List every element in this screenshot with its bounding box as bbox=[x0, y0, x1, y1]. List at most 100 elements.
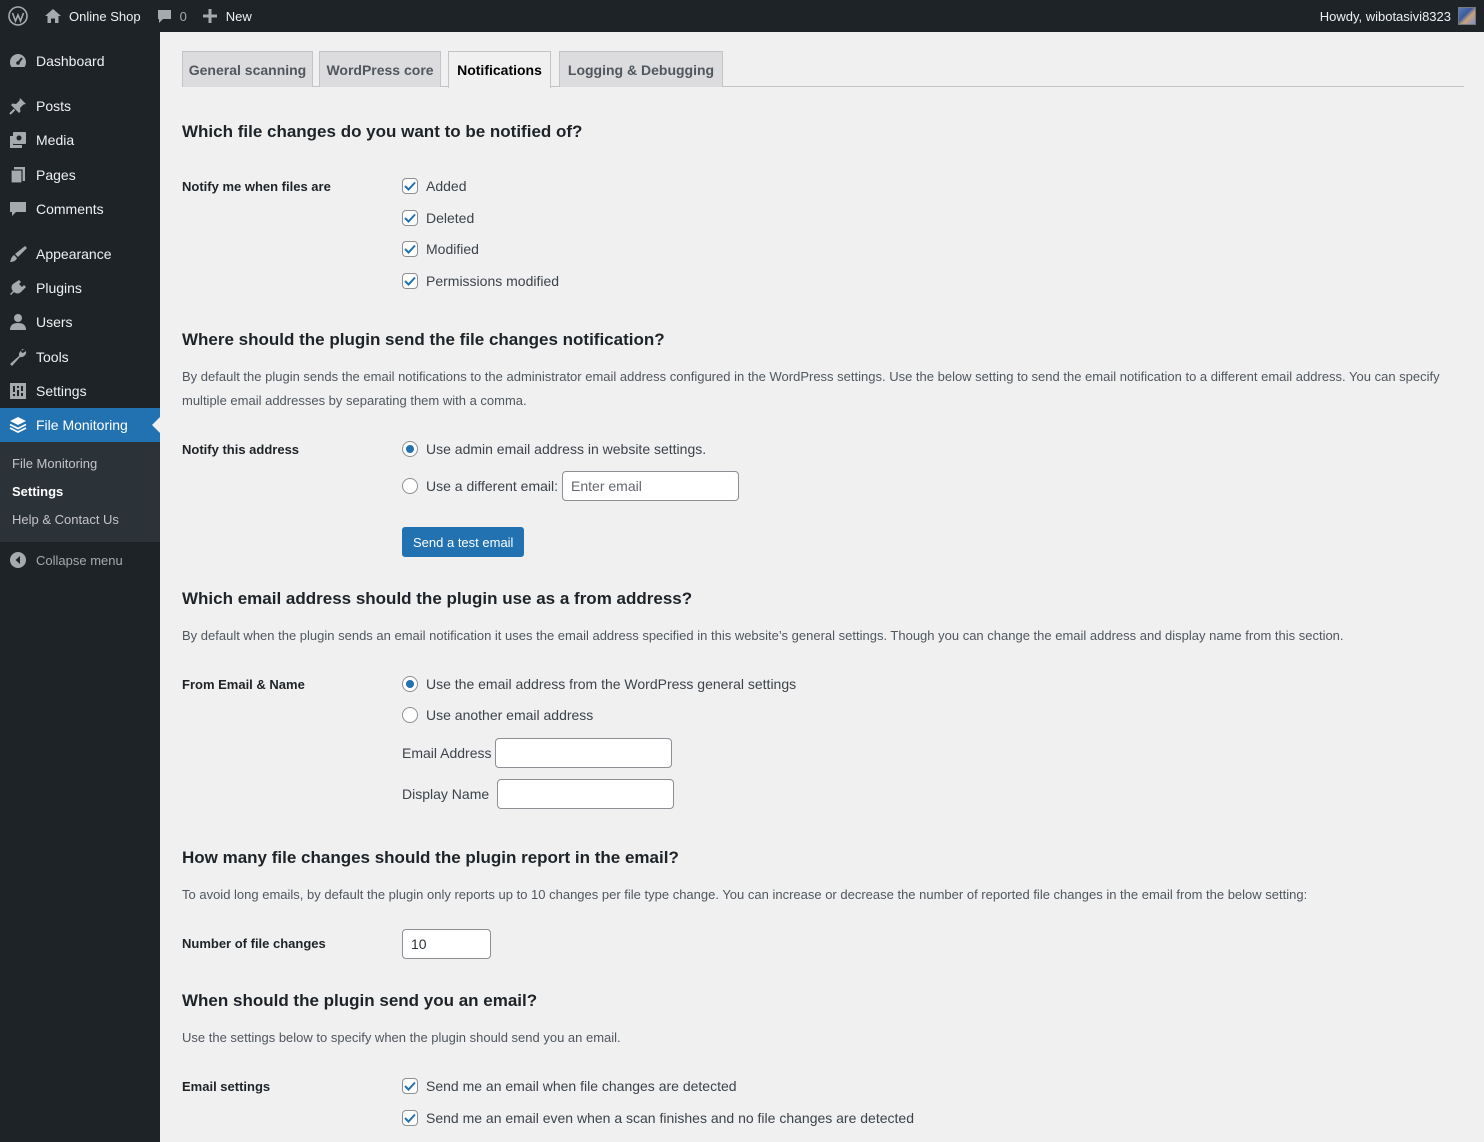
account-menu[interactable]: Howdy, wibotasivi8323 bbox=[1312, 0, 1484, 32]
radio-selected-dot bbox=[406, 445, 414, 453]
layers-icon bbox=[0, 415, 36, 435]
file-monitoring-submenu: File Monitoring Settings Help & Contact … bbox=[0, 442, 160, 542]
menu-settings[interactable]: Settings bbox=[0, 374, 160, 408]
checkmark-icon bbox=[404, 1113, 416, 1123]
menu-label: Users bbox=[36, 314, 73, 330]
menu-appearance[interactable]: Appearance bbox=[0, 237, 160, 271]
permissions-modified-checkbox[interactable] bbox=[402, 273, 418, 289]
menu-label: Plugins bbox=[36, 280, 82, 296]
menu-posts[interactable]: Posts bbox=[0, 89, 160, 123]
sliders-icon bbox=[0, 381, 36, 401]
email-address-row: Email Address bbox=[402, 738, 673, 768]
checkmark-icon bbox=[404, 276, 416, 286]
comment-bubble-icon bbox=[157, 9, 172, 24]
email-address-label: Email Address bbox=[402, 745, 492, 761]
added-checkbox[interactable] bbox=[402, 178, 418, 194]
user-icon bbox=[0, 312, 36, 332]
howdy-text: Howdy, wibotasivi8323 bbox=[1319, 8, 1451, 24]
new-content-link[interactable]: New bbox=[195, 0, 260, 32]
number-file-changes-input[interactable] bbox=[402, 929, 491, 959]
tab-notifications[interactable]: Notifications bbox=[448, 51, 551, 88]
section-heading-send-to: Where should the plugin send the file ch… bbox=[182, 330, 665, 349]
option-label: Use admin email address in website setti… bbox=[426, 441, 707, 457]
collapse-menu-button[interactable]: Collapse menu bbox=[0, 548, 160, 572]
plugin-icon bbox=[0, 278, 36, 298]
option-deleted: Deleted bbox=[402, 210, 474, 226]
section-heading-when: When should the plugin send you an email… bbox=[182, 991, 538, 1010]
checkmark-icon bbox=[404, 1081, 416, 1091]
option-permissions-modified: Permissions modified bbox=[402, 273, 559, 289]
different-email-input[interactable] bbox=[562, 471, 740, 501]
menu-label: File Monitoring bbox=[36, 417, 128, 433]
comments-link[interactable]: 0 bbox=[149, 0, 195, 32]
submenu-file-monitoring[interactable]: File Monitoring bbox=[12, 456, 97, 471]
different-email-radio[interactable] bbox=[402, 478, 418, 494]
comments-count: 0 bbox=[179, 8, 187, 24]
media-icon bbox=[0, 130, 36, 150]
site-name: Online Shop bbox=[69, 8, 141, 24]
menu-label: Settings bbox=[36, 383, 87, 399]
display-name-row: Display Name bbox=[402, 779, 675, 809]
option-general-settings-email: Use the email address from the WordPress… bbox=[402, 676, 796, 692]
option-modified: Modified bbox=[402, 241, 479, 257]
option-different-email: Use a different email: bbox=[402, 471, 740, 501]
wordpress-logo-icon[interactable] bbox=[0, 0, 36, 32]
checkmark-icon bbox=[404, 181, 416, 191]
pin-icon bbox=[0, 96, 36, 116]
count-description: To avoid long emails, by default the plu… bbox=[182, 887, 1308, 902]
plus-icon bbox=[202, 9, 217, 23]
menu-file-monitoring[interactable]: File Monitoring bbox=[0, 408, 160, 442]
home-icon bbox=[44, 8, 62, 24]
deleted-checkbox[interactable] bbox=[402, 210, 418, 226]
paintbrush-icon bbox=[0, 244, 36, 264]
menu-label: Tools bbox=[36, 349, 69, 365]
section-heading-notify-of: Which file changes do you want to be not… bbox=[182, 122, 583, 141]
menu-plugins[interactable]: Plugins bbox=[0, 271, 160, 305]
tab-wordpress-core[interactable]: WordPress core bbox=[319, 51, 441, 87]
notify-files-label: Notify me when files are bbox=[182, 179, 331, 194]
tab-logging-debugging[interactable]: Logging & Debugging bbox=[559, 51, 723, 87]
submenu-help-contact[interactable]: Help & Contact Us bbox=[12, 512, 119, 527]
menu-tools[interactable]: Tools bbox=[0, 340, 160, 374]
email-on-changes-checkbox[interactable] bbox=[402, 1078, 418, 1094]
settings-tabs: General scanning WordPress core Notifica… bbox=[182, 51, 1464, 88]
dashboard-icon bbox=[0, 51, 36, 71]
option-label: Use another email address bbox=[426, 707, 594, 723]
pages-icon bbox=[0, 165, 36, 185]
from-email-address-input[interactable] bbox=[495, 738, 673, 768]
number-file-changes-row bbox=[402, 929, 491, 959]
section-heading-count: How many file changes should the plugin … bbox=[182, 848, 679, 867]
send-test-email-button[interactable]: Send a test email bbox=[402, 527, 525, 557]
comment-icon bbox=[0, 199, 36, 219]
tab-general-scanning[interactable]: General scanning bbox=[182, 51, 313, 87]
menu-comments[interactable]: Comments bbox=[0, 192, 160, 226]
submenu-settings[interactable]: Settings bbox=[12, 484, 63, 499]
collapse-arrow-icon bbox=[0, 551, 36, 569]
option-label: Permissions modified bbox=[426, 273, 560, 289]
admin-sidebar: Dashboard Posts Media Pages Comments App… bbox=[0, 32, 160, 1142]
radio-selected-dot bbox=[406, 680, 414, 688]
option-label: Deleted bbox=[426, 210, 475, 226]
menu-label: Dashboard bbox=[36, 53, 105, 69]
wrench-icon bbox=[0, 347, 36, 367]
from-email-name-label: From Email & Name bbox=[182, 677, 305, 692]
option-admin-email: Use admin email address in website setti… bbox=[402, 441, 706, 457]
admin-email-radio[interactable] bbox=[402, 441, 418, 457]
email-no-changes-checkbox[interactable] bbox=[402, 1110, 418, 1126]
from-display-name-input[interactable] bbox=[497, 779, 675, 809]
from-address-description: By default when the plugin sends an emai… bbox=[182, 628, 1344, 643]
another-email-radio[interactable] bbox=[402, 707, 418, 723]
menu-dashboard[interactable]: Dashboard bbox=[0, 44, 160, 78]
menu-users[interactable]: Users bbox=[0, 305, 160, 339]
option-label: Use a different email: bbox=[426, 478, 559, 494]
admin-bar: Online Shop 0 New Howdy, wibotasivi8323 bbox=[0, 0, 1484, 32]
modified-checkbox[interactable] bbox=[402, 241, 418, 257]
menu-media[interactable]: Media bbox=[0, 123, 160, 157]
option-another-email: Use another email address bbox=[402, 707, 593, 723]
menu-label: Comments bbox=[36, 201, 104, 217]
option-email-on-changes: Send me an email when file changes are d… bbox=[402, 1078, 737, 1094]
general-settings-email-radio[interactable] bbox=[402, 676, 418, 692]
menu-label: Media bbox=[36, 132, 75, 148]
site-name-link[interactable]: Online Shop bbox=[36, 0, 149, 32]
menu-pages[interactable]: Pages bbox=[0, 158, 160, 192]
